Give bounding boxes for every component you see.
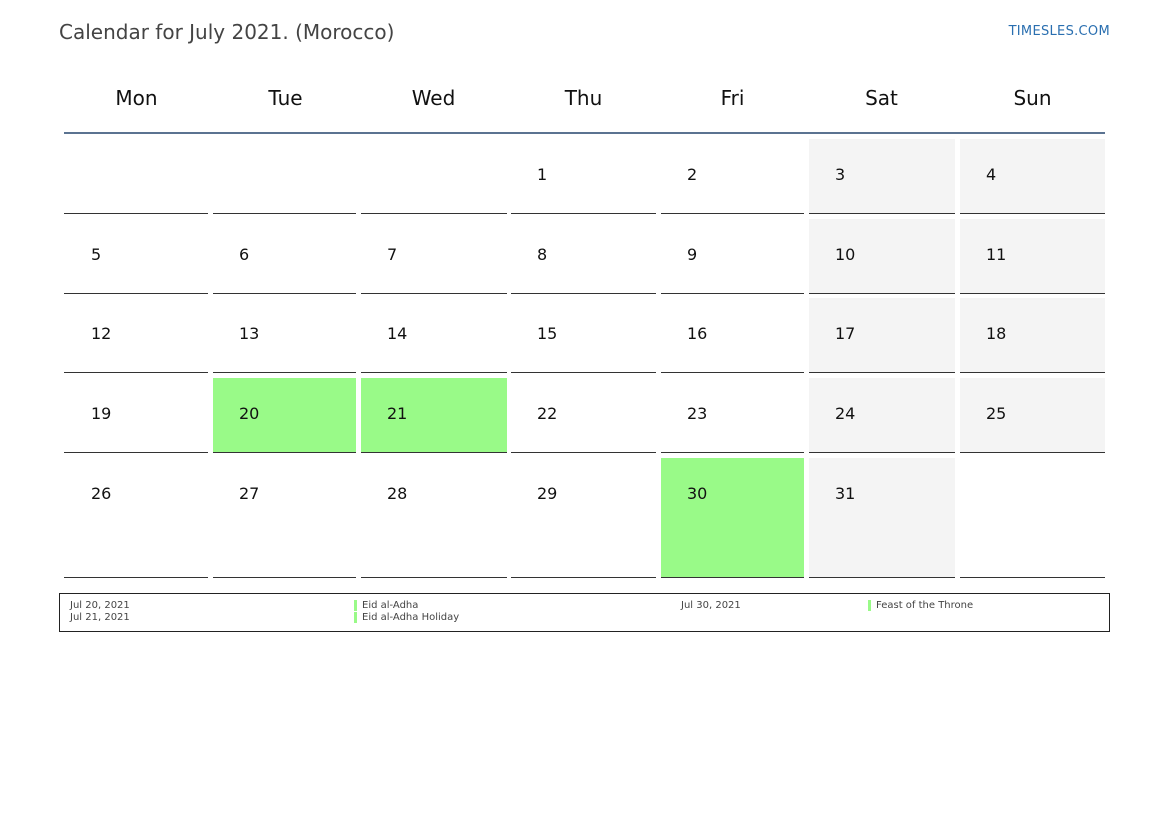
calendar-day-28: 28 (361, 458, 507, 578)
calendar-weekday-header: Mon Tue Wed Thu Fri Sat Sun (64, 78, 1105, 134)
calendar-day-31: 31 (809, 458, 955, 578)
legend-holiday-name: Eid al-Adha (362, 600, 419, 611)
day-number: 11 (986, 245, 1007, 264)
calendar-day-23: 23 (661, 378, 804, 453)
day-number: 7 (387, 245, 398, 264)
calendar-day-15: 15 (511, 298, 656, 373)
day-number: 16 (687, 324, 708, 343)
page-title: Calendar for July 2021. (Morocco) (59, 20, 395, 44)
legend-swatch (868, 600, 871, 611)
day-number: 29 (537, 484, 558, 503)
weekday-sat: Sat (865, 86, 898, 110)
weekday-fri: Fri (720, 86, 745, 110)
legend-holiday-name: Eid al-Adha Holiday (362, 612, 460, 623)
calendar-day-22: 22 (511, 378, 656, 453)
calendar-day-6: 6 (213, 219, 356, 294)
day-number: 5 (91, 245, 102, 264)
calendar-day-29: 29 (511, 458, 656, 578)
calendar-day-2: 2 (661, 139, 804, 214)
weekday-thu: Thu (564, 86, 603, 110)
calendar-day-9: 9 (661, 219, 804, 294)
day-number: 8 (537, 245, 548, 264)
weekday-tue: Tue (268, 86, 303, 110)
weekday-wed: Wed (411, 86, 456, 110)
day-number: 14 (387, 324, 408, 343)
calendar-empty-cell (213, 139, 356, 214)
calendar-empty-cell (960, 458, 1105, 578)
calendar-empty-cell (361, 139, 507, 214)
calendar-day-24: 24 (809, 378, 955, 453)
day-number: 15 (537, 324, 558, 343)
site-link[interactable]: TIMESLES.COM (1009, 24, 1110, 39)
calendar-day-26: 26 (64, 458, 208, 578)
calendar-day-12: 12 (64, 298, 208, 373)
calendar-day-5: 5 (64, 219, 208, 294)
day-number: 12 (91, 324, 112, 343)
day-number: 24 (835, 404, 856, 423)
calendar-day-13: 13 (213, 298, 356, 373)
legend-date: Jul 30, 2021 (681, 600, 741, 611)
day-number: 21 (387, 404, 408, 423)
legend-swatch (354, 600, 357, 611)
legend-date: Jul 20, 2021 (70, 600, 130, 611)
calendar-day-20: 20 (213, 378, 356, 453)
calendar-day-25: 25 (960, 378, 1105, 453)
day-number: 4 (986, 165, 997, 184)
calendar-day-27: 27 (213, 458, 356, 578)
calendar-day-30: 30 (661, 458, 804, 578)
day-number: 23 (687, 404, 708, 423)
calendar-day-10: 10 (809, 219, 955, 294)
calendar-day-1: 1 (511, 139, 656, 214)
legend-date: Jul 21, 2021 (70, 612, 130, 623)
day-number: 27 (239, 484, 260, 503)
day-number: 18 (986, 324, 1007, 343)
day-number: 2 (687, 165, 698, 184)
calendar-day-16: 16 (661, 298, 804, 373)
calendar-day-4: 4 (960, 139, 1105, 214)
day-number: 1 (537, 165, 548, 184)
calendar-empty-cell (64, 139, 208, 214)
legend-swatch (354, 612, 357, 623)
day-number: 10 (835, 245, 856, 264)
day-number: 26 (91, 484, 112, 503)
holiday-legend: Jul 20, 2021 Eid al-Adha Jul 21, 2021 Ei… (59, 593, 1110, 632)
calendar-day-17: 17 (809, 298, 955, 373)
day-number: 22 (537, 404, 558, 423)
day-number: 30 (687, 484, 708, 503)
day-number: 9 (687, 245, 698, 264)
calendar-day-11: 11 (960, 219, 1105, 294)
calendar-day-8: 8 (511, 219, 656, 294)
day-number: 17 (835, 324, 856, 343)
calendar-day-14: 14 (361, 298, 507, 373)
day-number: 19 (91, 404, 112, 423)
day-number: 31 (835, 484, 856, 503)
calendar-day-3: 3 (809, 139, 955, 214)
weekday-mon: Mon (115, 86, 158, 110)
day-number: 3 (835, 165, 846, 184)
day-number: 13 (239, 324, 260, 343)
day-number: 20 (239, 404, 260, 423)
day-number: 25 (986, 404, 1007, 423)
day-number: 6 (239, 245, 250, 264)
calendar-day-7: 7 (361, 219, 507, 294)
legend-holiday-name: Feast of the Throne (876, 600, 974, 611)
calendar-day-21: 21 (361, 378, 507, 453)
weekday-sun: Sun (1013, 86, 1052, 110)
calendar-day-18: 18 (960, 298, 1105, 373)
day-number: 28 (387, 484, 408, 503)
calendar-day-19: 19 (64, 378, 208, 453)
